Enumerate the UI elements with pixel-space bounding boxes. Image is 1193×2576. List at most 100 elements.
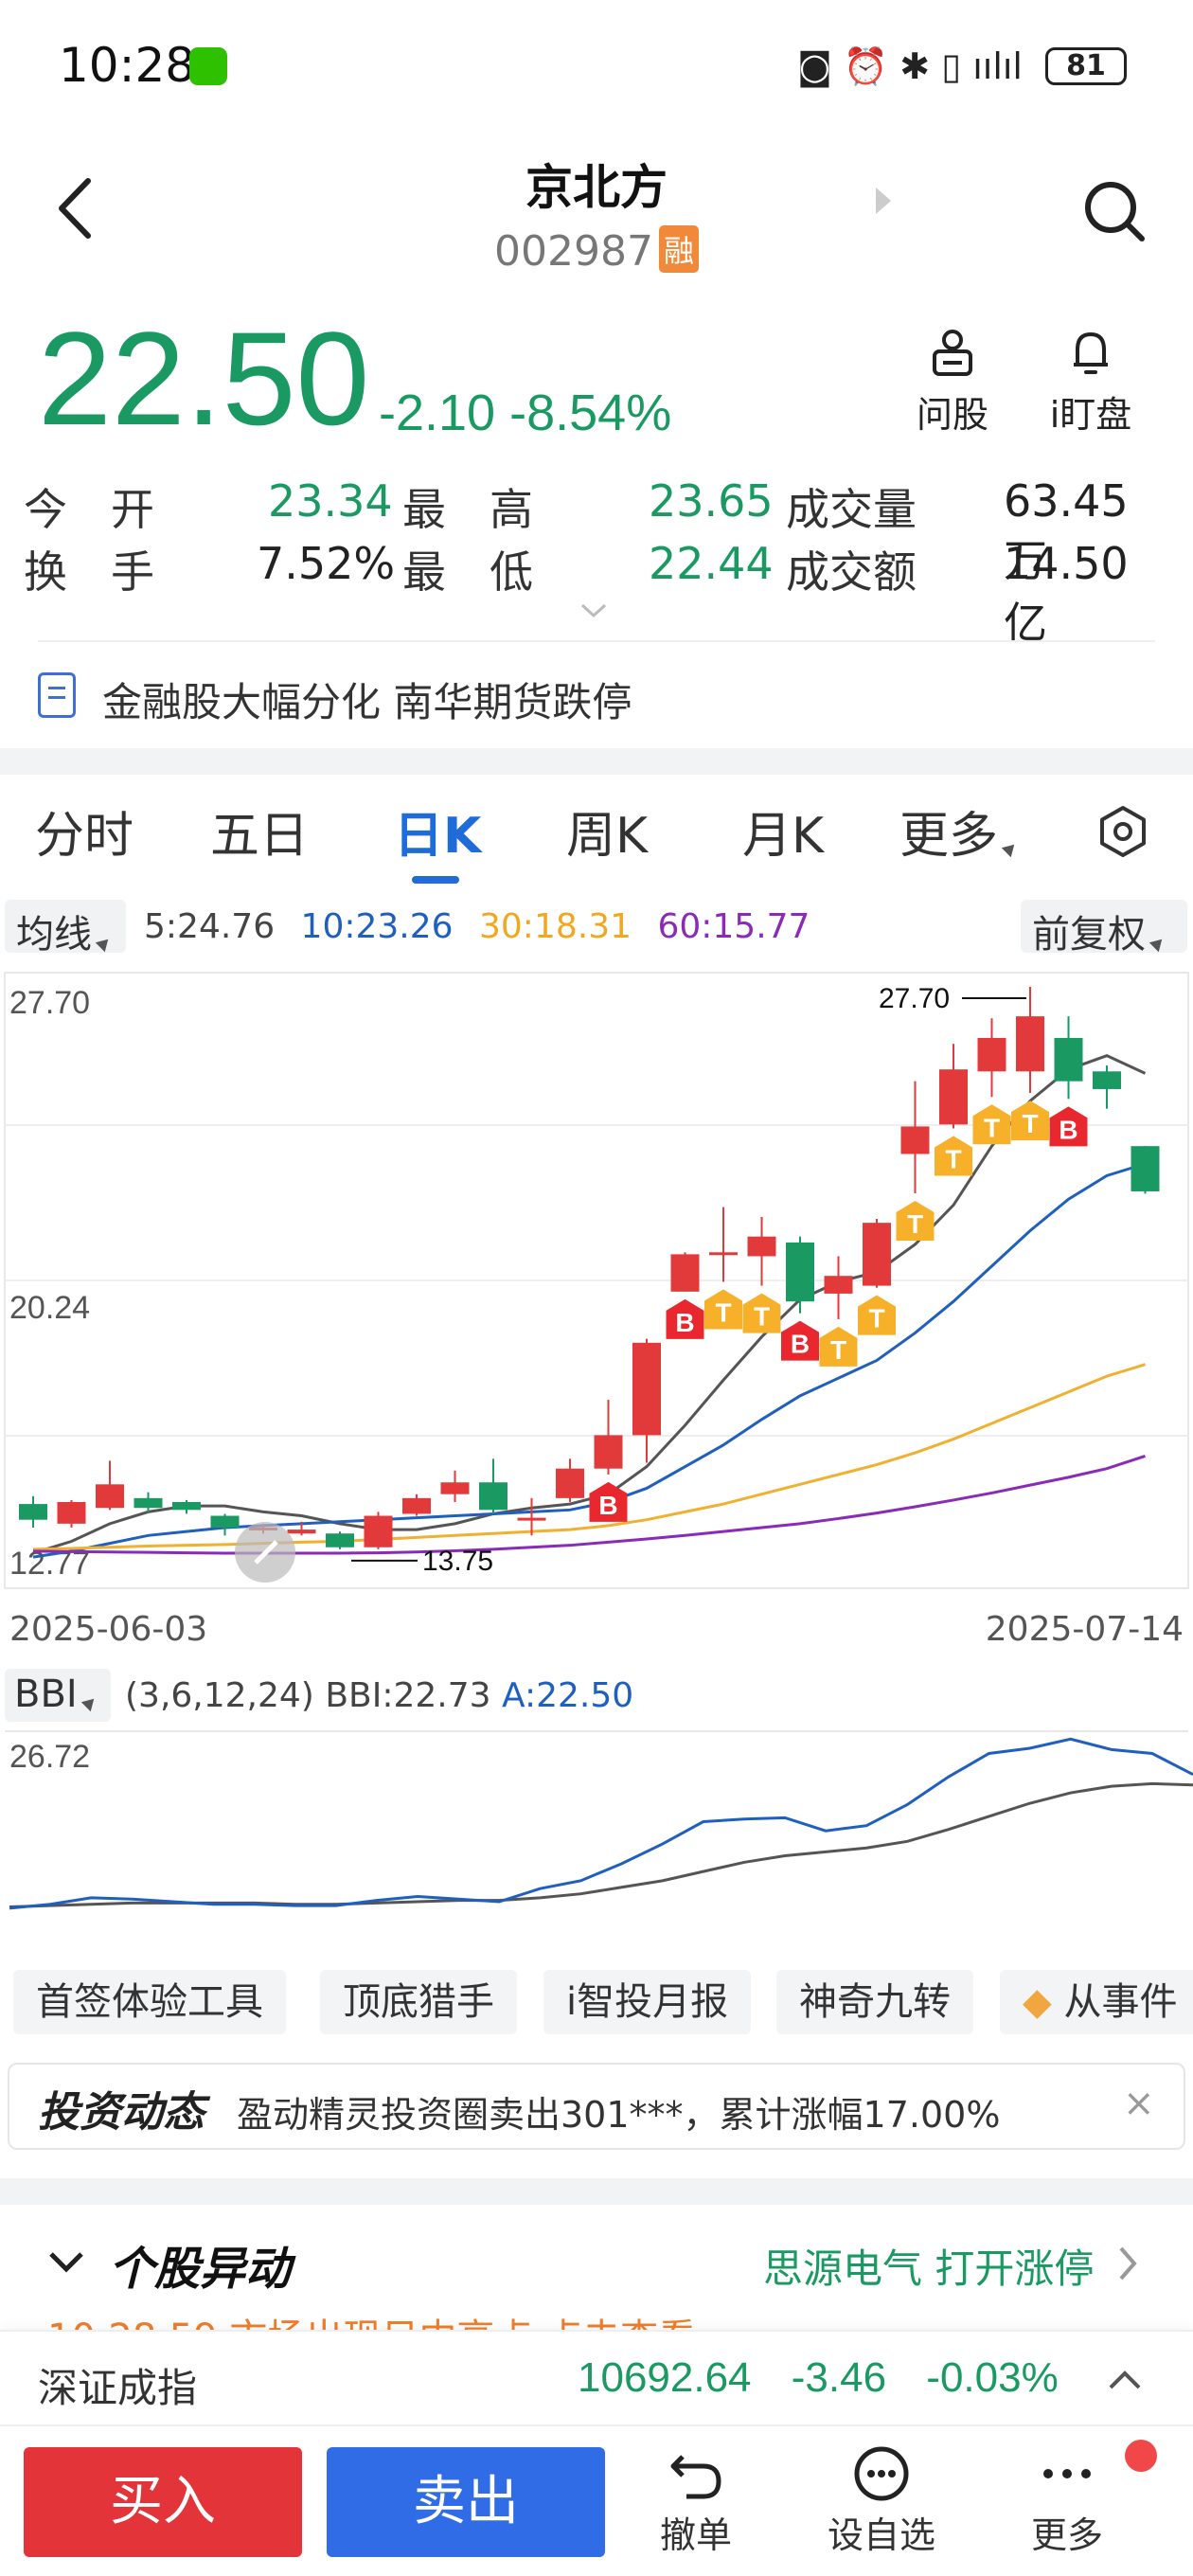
kline-chart[interactable]: 27.70 20.24 12.77 BB T TB TTTTT T B 27.70 13.… [0, 968, 1193, 1593]
tool-chip-top-bottom[interactable]: 顶底猎手 [320, 1970, 517, 2034]
bbi-label: BBI [14, 1673, 78, 1716]
chevron-down-icon[interactable] [47, 2250, 85, 2273]
candle [709, 1207, 738, 1282]
ma-indicator-select[interactable]: 均线 [5, 900, 126, 957]
chart-period-tabs: 分时 五日 日K 周K 月K 更多 [0, 796, 1193, 890]
candle-body [134, 1497, 163, 1509]
movement-alert[interactable]: 10:28:59 市场出现日内高点 点击查看 [47, 2307, 696, 2330]
stock-code: 002987 [494, 227, 653, 276]
index-bar[interactable]: 深证成指 10692.64 -3.46 -0.03% [0, 2330, 1193, 2424]
status-time: 10:28 [59, 38, 196, 93]
tab-intraday[interactable]: 分时 [35, 796, 134, 867]
candle [19, 1495, 47, 1528]
stock-movement-row[interactable]: 个股异动 思源电气 打开涨停 [0, 2212, 1193, 2298]
candle [939, 1044, 968, 1129]
settings-hexagon-icon[interactable] [1095, 803, 1151, 860]
candle-body [594, 1435, 623, 1469]
tab-five-day[interactable]: 五日 [210, 796, 309, 867]
candle-body [479, 1482, 507, 1511]
last-price: 22.50 [38, 304, 370, 453]
candle-body [1016, 1016, 1044, 1072]
candle [364, 1512, 393, 1549]
bbi-chart[interactable]: 26.72 [0, 1729, 1193, 1928]
margin-badge: 融 [658, 225, 699, 273]
bbi-params: (3,6,12,24) [125, 1676, 314, 1715]
buy-button[interactable]: 买入 [24, 2447, 302, 2557]
candle-body [172, 1502, 201, 1511]
marker-T: T [704, 1289, 742, 1330]
candle [594, 1400, 623, 1475]
min-price-label: 13.75 [422, 1546, 493, 1577]
candle [326, 1531, 354, 1549]
candle-body [939, 1069, 968, 1125]
next-stock-arrow-icon[interactable] [876, 188, 891, 214]
tool-chips: 首签体验工具 顶底猎手 i智投月报 神奇九转 ◆ 从事件 [0, 1970, 1193, 2036]
sell-button[interactable]: 卖出 [327, 2447, 605, 2557]
quote-row-2: 换 手 7.52% 最 低 22.44 成交额 14.50亿 [24, 538, 1169, 649]
open-value: 23.34 [268, 475, 393, 527]
document-icon [38, 672, 76, 718]
y-axis-mid-label: 20.24 [9, 1290, 90, 1326]
invest-title: 投资动态 [38, 2088, 205, 2137]
edit-drawing-button[interactable] [235, 1522, 295, 1583]
cancel-order-button[interactable]: 撤单 [625, 2443, 767, 2558]
invest-news-card[interactable]: 投资动态 盈动精灵投资圈卖出301***，累计涨幅17.00% × [8, 2063, 1185, 2150]
movement-title: 个股异动 [109, 2243, 292, 2296]
marker-T: T [972, 1104, 1011, 1145]
candle-body [440, 1482, 470, 1494]
movement-link[interactable]: 思源电气 打开涨停 [763, 2237, 1094, 2295]
price-adjust-select[interactable]: 前复权 [1021, 900, 1187, 957]
tool-chip-trial[interactable]: 首签体验工具 [13, 1970, 286, 2034]
undo-icon [670, 2455, 721, 2499]
volume-label: 成交量 [786, 484, 917, 535]
candle-body [1131, 1146, 1160, 1191]
cancel-order-label: 撤单 [659, 2514, 732, 2556]
candle [440, 1470, 470, 1503]
marker-letter: T [754, 1302, 770, 1332]
tool-chip-monthly-report[interactable]: i智投月报 [543, 1970, 752, 2034]
candle [210, 1513, 240, 1536]
ma-label: 均线 [16, 913, 92, 957]
chevron-up-icon[interactable] [1108, 2370, 1142, 2390]
marker-letter: B [675, 1308, 694, 1337]
turnover-label: 换 手 [24, 546, 154, 598]
high-label: 最 高 [402, 484, 533, 535]
candle [172, 1499, 201, 1514]
more-label: 更多 [1030, 2514, 1103, 2556]
ma10-value: 10:23.26 [300, 907, 454, 946]
low-label: 最 低 [402, 546, 533, 598]
tool-chip-event[interactable]: ◆ 从事件 [1000, 1970, 1193, 2034]
tab-more-label: 更多 [899, 808, 999, 865]
candle-body [364, 1515, 393, 1547]
marker-letter: T [868, 1304, 884, 1333]
chat-dots-icon [854, 2446, 909, 2501]
marker-T: T [1011, 1100, 1049, 1141]
expand-chevron-icon[interactable] [579, 602, 608, 619]
search-icon[interactable] [1081, 178, 1148, 244]
marker-letter: T [945, 1144, 961, 1173]
chevron-right-icon[interactable] [1117, 2245, 1138, 2282]
marker-letter: T [830, 1335, 846, 1365]
status-bar: 10:28 ◙ ⏰ ✱ ▯ ıılıl 81 [0, 0, 1193, 133]
index-values: 10692.64 -3.46 -0.03% [578, 2354, 1087, 2402]
date-end-label: 2025-07-14 [985, 1610, 1184, 1649]
bbi-indicator-select[interactable]: BBI [5, 1669, 111, 1722]
tab-monthly-k[interactable]: 月K [742, 796, 824, 867]
news-row[interactable]: 金融股大幅分化 南华期货跌停 [38, 663, 1155, 729]
tool-chip-nine-turn[interactable]: 神奇九转 [776, 1970, 973, 2034]
candle-body [786, 1242, 814, 1302]
tab-daily-k[interactable]: 日K [394, 796, 481, 867]
more-button[interactable]: 更多 [996, 2443, 1138, 2558]
stock-code-row: 002987 融 [0, 225, 1193, 276]
wechat-notification-icon [189, 47, 227, 85]
marker-letter: T [1022, 1109, 1038, 1138]
tab-weekly-k[interactable]: 周K [566, 796, 648, 867]
ask-stock-button[interactable]: 问股 [896, 327, 1009, 438]
close-icon[interactable]: × [1123, 2082, 1155, 2125]
ask-stock-label: 问股 [916, 394, 988, 436]
tab-more[interactable]: 更多 [899, 796, 1020, 867]
max-price-label: 27.70 [879, 983, 950, 1014]
add-favorite-button[interactable]: 设自选 [810, 2443, 953, 2558]
marker-letter: T [907, 1209, 923, 1239]
watch-button[interactable]: i盯盘 [1034, 327, 1148, 438]
